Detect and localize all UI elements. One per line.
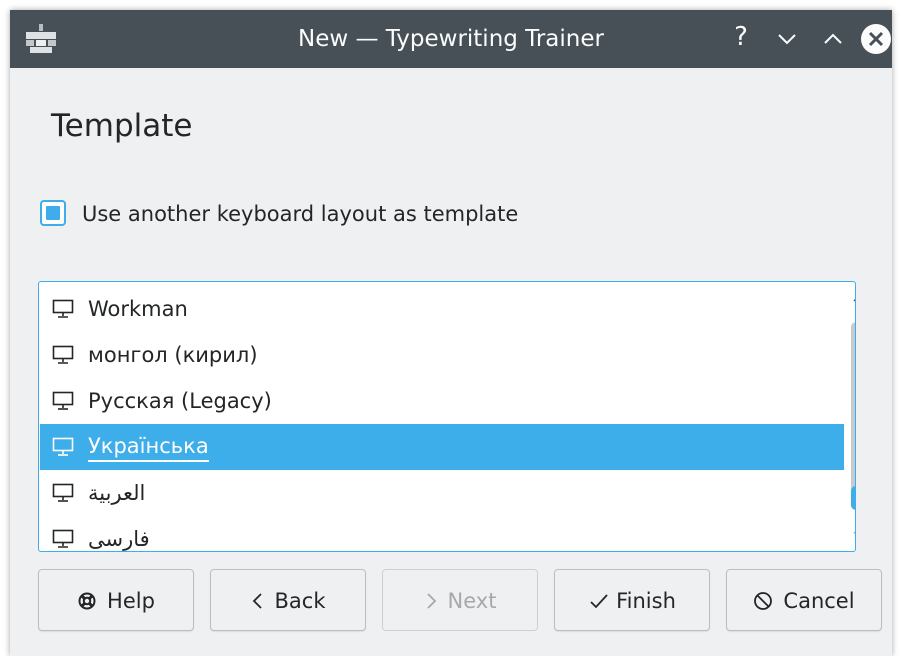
scroll-down-arrow-icon[interactable] [851,526,856,542]
back-button-label: Back [274,589,326,613]
monitor-icon [52,299,74,318]
next-button[interactable]: Next [382,569,538,631]
layout-list-item-label: فارسی [88,527,150,551]
context-help-button[interactable]: ? [726,22,756,52]
monitor-icon [52,345,74,364]
scrollbar-thumb[interactable] [851,486,855,510]
cancel-circle-icon [754,592,773,610]
monitor-icon [52,529,74,548]
chevron-right-icon [426,593,436,609]
layout-list-item[interactable]: Українська [40,424,844,470]
minimize-button[interactable] [772,24,802,54]
title-bar[interactable]: New — Typewriting Trainer ? [10,10,892,68]
monitor-icon [52,391,74,410]
layout-list-item-label: Русская (Legacy) [88,389,272,413]
layout-list-item[interactable]: العربية [40,470,844,516]
dialog-button-bar: Help Back Next Finish Cancel [38,569,886,635]
help-button[interactable]: Help [38,569,194,631]
checkmark-icon [590,594,608,609]
layout-list-item[interactable]: Workman [40,286,844,332]
close-button[interactable] [860,23,892,55]
help-lifebuoy-icon [78,592,96,610]
next-button-label: Next [447,589,497,613]
scrollbar-track[interactable] [851,322,855,510]
back-button[interactable]: Back [210,569,366,631]
chevron-left-icon [252,593,262,609]
keyboard-layout-list[interactable]: Workman монгол (кирил) Русская (Legacy) Укр… [38,281,856,552]
use-template-checkbox-label[interactable]: Use another keyboard layout as template [82,199,518,229]
maximize-button[interactable] [818,24,848,54]
layout-list-item-label: Workman [88,297,188,321]
cancel-button[interactable]: Cancel [726,569,882,631]
use-template-checkbox[interactable] [40,200,66,226]
dialog-window: New — Typewriting Trainer ? Template Use… [10,10,892,656]
layout-list-item-label: монгол (кирил) [88,343,258,367]
monitor-icon [52,437,74,456]
layout-list-item-label: العربية [88,481,146,505]
list-scrollbar[interactable] [845,282,856,551]
layout-list-item[interactable]: монгол (кирил) [40,332,844,378]
layout-list-item[interactable]: فارسی [40,516,844,551]
finish-button[interactable]: Finish [554,569,710,631]
page-title: Template [51,108,193,144]
window-title: New — Typewriting Trainer [298,26,604,52]
checkbox-checked-indicator [46,206,60,220]
layout-list-item-label: Українська [88,432,209,462]
finish-button-label: Finish [616,589,676,613]
monitor-icon [52,483,74,502]
layout-list-item[interactable]: Русская (Legacy) [40,378,844,424]
cancel-button-label: Cancel [783,589,855,613]
scroll-up-arrow-icon[interactable] [851,290,856,306]
help-button-label: Help [107,589,155,613]
